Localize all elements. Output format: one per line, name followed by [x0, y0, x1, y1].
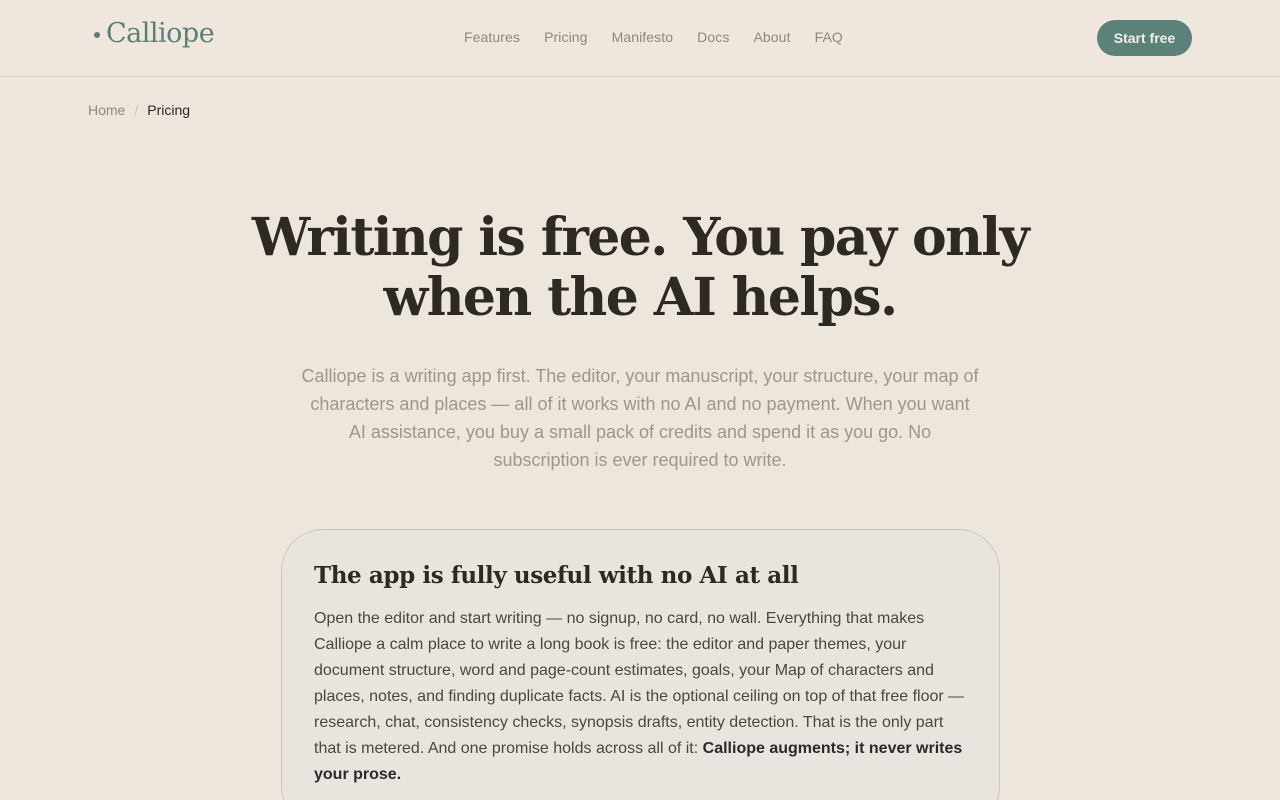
- page-title: Writing is free. You pay only when the A…: [0, 208, 1280, 328]
- top-navigation-bar: Calliope Features Pricing Manifesto Docs…: [0, 0, 1280, 77]
- start-free-button[interactable]: Start free: [1097, 20, 1192, 56]
- free-app-card: The app is fully useful with no AI at al…: [281, 529, 1000, 800]
- page-title-line-2: when the AI helps.: [383, 267, 899, 328]
- breadcrumb: Home / Pricing: [88, 102, 190, 118]
- main-nav: Features Pricing Manifesto Docs About FA…: [464, 29, 867, 45]
- breadcrumb-current: Pricing: [147, 102, 191, 118]
- card-title: The app is fully useful with no AI at al…: [314, 562, 799, 589]
- breadcrumb-home-link[interactable]: Home: [88, 102, 125, 118]
- nav-link-features[interactable]: Features: [464, 29, 520, 45]
- nav-link-faq[interactable]: FAQ: [815, 29, 843, 45]
- nav-link-manifesto[interactable]: Manifesto: [612, 29, 674, 45]
- nav-link-about[interactable]: About: [753, 29, 790, 45]
- logo-text: Calliope: [106, 18, 215, 49]
- nav-link-docs[interactable]: Docs: [697, 29, 729, 45]
- page-title-line-1: Writing is free. You pay only: [251, 207, 1030, 268]
- nav-link-pricing[interactable]: Pricing: [544, 29, 588, 45]
- card-body-text: Open the editor and start writing — no s…: [314, 610, 965, 757]
- logo[interactable]: Calliope: [94, 18, 215, 49]
- card-body: Open the editor and start writing — no s…: [314, 606, 974, 788]
- logo-dot-icon: [94, 31, 100, 38]
- page-subtitle: Calliope is a writing app first. The edi…: [301, 366, 979, 470]
- breadcrumb-separator: /: [134, 102, 139, 118]
